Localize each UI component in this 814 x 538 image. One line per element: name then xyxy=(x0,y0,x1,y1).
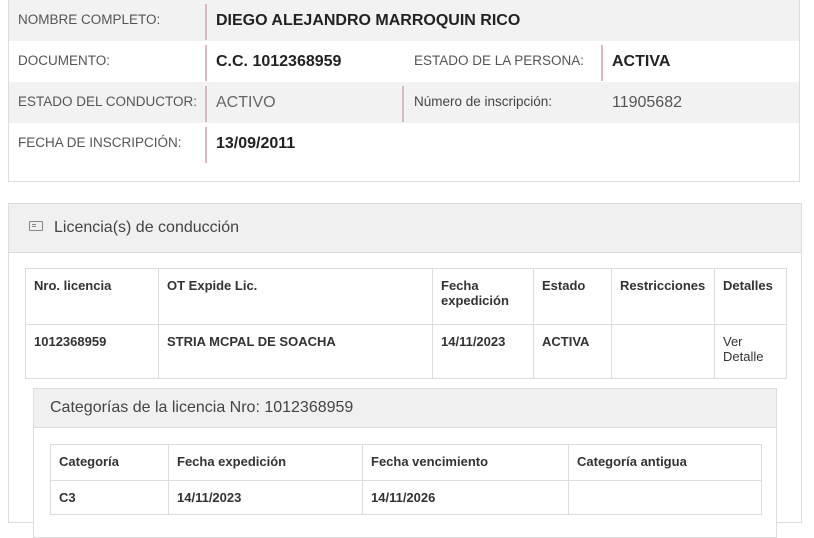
cell-antigua xyxy=(568,480,762,515)
fecha-inscripcion-label: FECHA DE INSCRIPCIÓN: xyxy=(18,135,182,150)
separator xyxy=(205,86,207,122)
nombre-label: NOMBRE COMPLETO: xyxy=(18,12,161,27)
estado-persona-value: ACTIVA xyxy=(612,53,671,70)
separator xyxy=(205,45,207,81)
licencias-panel: Licencia(s) de conducción Nro. licencia … xyxy=(8,203,802,538)
categorias-title: Categorías de la licencia Nro: 101236895… xyxy=(50,399,354,416)
nombre-value: DIEGO ALEJANDRO MARROQUIN RICO xyxy=(216,12,521,29)
licencias-header[interactable]: Licencia(s) de conducción xyxy=(9,204,801,253)
estado-persona-label: ESTADO DE LA PERSONA: xyxy=(414,53,585,68)
categorias-table: Categoría Fecha expedición Fecha vencimi… xyxy=(50,444,762,515)
cell-estado: ACTIVA xyxy=(533,324,612,379)
person-info-panel: NOMBRE COMPLETO: DIEGO ALEJANDRO MARROQU… xyxy=(8,0,800,182)
separator xyxy=(205,4,207,40)
col-fecha-vencimiento: Fecha vencimiento xyxy=(362,444,569,481)
table-header-row: Nro. licencia OT Expide Lic. Fecha exped… xyxy=(25,268,787,325)
separator xyxy=(601,45,603,81)
row-fecha-inscripcion: FECHA DE INSCRIPCIÓN: 13/09/2011 xyxy=(9,123,799,164)
col-nro-licencia: Nro. licencia xyxy=(25,268,159,325)
licencias-title: Licencia(s) de conducción xyxy=(54,219,239,236)
cell-restricciones xyxy=(611,324,715,379)
col-categoria: Categoría xyxy=(50,444,169,481)
separator xyxy=(205,127,207,163)
col-fecha-expedicion: Fecha expedición xyxy=(432,268,534,325)
cell-fecha-expedicion: 14/11/2023 xyxy=(432,324,534,379)
documento-label: DOCUMENTO: xyxy=(18,53,111,68)
col-ot-expide: OT Expide Lic. xyxy=(158,268,433,325)
fecha-inscripcion-value: 13/09/2011 xyxy=(216,135,296,152)
categorias-panel: Categorías de la licencia Nro: 101236895… xyxy=(33,388,777,538)
row-estado-conductor: ESTADO DEL CONDUCTOR: ACTIVO Número de i… xyxy=(9,82,799,123)
licencias-table: Nro. licencia OT Expide Lic. Fecha exped… xyxy=(25,268,787,379)
estado-conductor-value: ACTIVO xyxy=(216,94,276,111)
cell-ot-expide: STRIA MCPAL DE SOACHA xyxy=(158,324,433,379)
table-header-row: Categoría Fecha expedición Fecha vencimi… xyxy=(50,444,762,481)
categorias-header: Categorías de la licencia Nro: 101236895… xyxy=(34,389,776,428)
estado-conductor-label: ESTADO DEL CONDUCTOR: xyxy=(18,94,198,109)
id-card-icon xyxy=(29,221,43,231)
table-row: 1012368959 STRIA MCPAL DE SOACHA 14/11/2… xyxy=(25,324,787,379)
ver-detalle-link[interactable]: Ver Detalle xyxy=(714,324,787,379)
separator xyxy=(402,86,404,122)
col-estado: Estado xyxy=(533,268,612,325)
cell-expedicion: 14/11/2023 xyxy=(168,480,363,515)
col-fecha-expedicion: Fecha expedición xyxy=(168,444,363,481)
col-detalles: Detalles xyxy=(714,268,787,325)
inscripcion-num-value: 11905682 xyxy=(612,94,682,111)
col-categoria-antigua: Categoría antigua xyxy=(568,444,762,481)
inscripcion-num-label: Número de inscripción: xyxy=(414,94,553,109)
cell-nro-licencia: 1012368959 xyxy=(25,324,159,379)
documento-value: C.C. 1012368959 xyxy=(216,53,342,70)
cell-categoria: C3 xyxy=(50,480,169,515)
row-documento: DOCUMENTO: C.C. 1012368959 ESTADO DE LA … xyxy=(9,41,799,82)
col-restricciones: Restricciones xyxy=(611,268,715,325)
table-row: C3 14/11/2023 14/11/2026 xyxy=(50,480,762,515)
row-nombre: NOMBRE COMPLETO: DIEGO ALEJANDRO MARROQU… xyxy=(9,0,799,41)
cell-vencimiento: 14/11/2026 xyxy=(362,480,569,515)
